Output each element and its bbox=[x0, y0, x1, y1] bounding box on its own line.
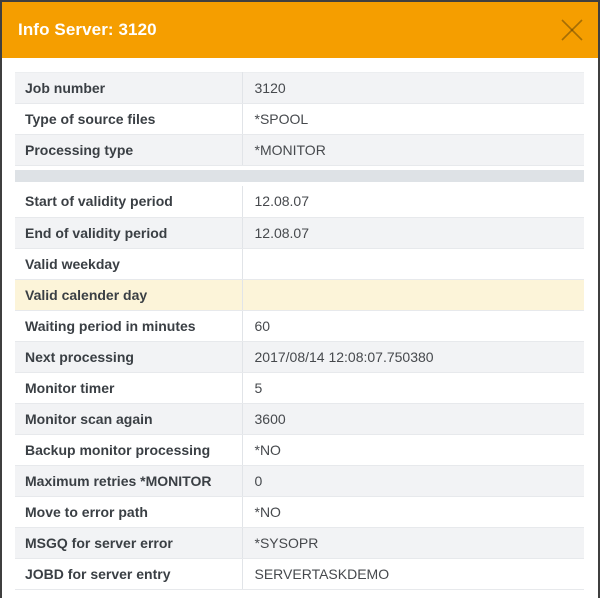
separator-cell bbox=[15, 166, 584, 187]
row-label: MSGQ for server error bbox=[15, 527, 242, 558]
separator-band bbox=[15, 170, 584, 182]
table-row: MSGQ for server error*SYSOPR bbox=[15, 527, 584, 558]
row-value: *MONITOR bbox=[242, 135, 584, 166]
row-label: Next processing bbox=[15, 341, 242, 372]
info-table: Job number3120Type of source files*SPOOL… bbox=[15, 72, 584, 590]
row-value: *NO bbox=[242, 496, 584, 527]
table-row: Start of validity period12.08.07 bbox=[15, 186, 584, 217]
row-value: 60 bbox=[242, 310, 584, 341]
modal-body: Job number3120Type of source files*SPOOL… bbox=[2, 58, 598, 590]
row-label: Valid weekday bbox=[15, 248, 242, 279]
table-row: Next processing2017/08/14 12:08:07.75038… bbox=[15, 341, 584, 372]
row-value: 0 bbox=[242, 465, 584, 496]
close-button[interactable] bbox=[556, 14, 588, 46]
row-value: *SPOOL bbox=[242, 104, 584, 135]
row-value: *SYSOPR bbox=[242, 527, 584, 558]
row-label: Monitor scan again bbox=[15, 403, 242, 434]
row-label: Processing type bbox=[15, 135, 242, 166]
table-row: Backup monitor processing*NO bbox=[15, 434, 584, 465]
table-row: Monitor timer5 bbox=[15, 372, 584, 403]
table-row: Valid calender day bbox=[15, 279, 584, 310]
table-row: Move to error path*NO bbox=[15, 496, 584, 527]
modal-title: Info Server: 3120 bbox=[18, 20, 157, 40]
row-label: Start of validity period bbox=[15, 186, 242, 217]
row-value: SERVERTASKDEMO bbox=[242, 558, 584, 589]
separator-row bbox=[15, 166, 584, 187]
row-value: 12.08.07 bbox=[242, 217, 584, 248]
row-label: Monitor timer bbox=[15, 372, 242, 403]
table-row: Monitor scan again3600 bbox=[15, 403, 584, 434]
row-value: 3600 bbox=[242, 403, 584, 434]
table-row: Job number3120 bbox=[15, 73, 584, 104]
table-row: Valid weekday bbox=[15, 248, 584, 279]
row-value: *NO bbox=[242, 434, 584, 465]
row-label: Type of source files bbox=[15, 104, 242, 135]
row-label: Backup monitor processing bbox=[15, 434, 242, 465]
info-table-body: Job number3120Type of source files*SPOOL… bbox=[15, 73, 584, 590]
row-label: End of validity period bbox=[15, 217, 242, 248]
row-label: Move to error path bbox=[15, 496, 242, 527]
row-label: Job number bbox=[15, 73, 242, 104]
modal-header: Info Server: 3120 bbox=[2, 2, 598, 58]
row-value: 3120 bbox=[242, 73, 584, 104]
row-value bbox=[242, 279, 584, 310]
close-icon bbox=[559, 17, 585, 43]
table-row: Waiting period in minutes60 bbox=[15, 310, 584, 341]
row-label: Valid calender day bbox=[15, 279, 242, 310]
row-label: JOBD for server entry bbox=[15, 558, 242, 589]
row-value: 5 bbox=[242, 372, 584, 403]
info-server-modal: Info Server: 3120 Job number3120Type of … bbox=[0, 0, 600, 598]
table-row: Maximum retries *MONITOR0 bbox=[15, 465, 584, 496]
table-row: JOBD for server entrySERVERTASKDEMO bbox=[15, 558, 584, 589]
row-label: Maximum retries *MONITOR bbox=[15, 465, 242, 496]
row-value bbox=[242, 248, 584, 279]
table-row: Type of source files*SPOOL bbox=[15, 104, 584, 135]
row-value: 12.08.07 bbox=[242, 186, 584, 217]
table-row: End of validity period12.08.07 bbox=[15, 217, 584, 248]
row-value: 2017/08/14 12:08:07.750380 bbox=[242, 341, 584, 372]
row-label: Waiting period in minutes bbox=[15, 310, 242, 341]
table-row: Processing type*MONITOR bbox=[15, 135, 584, 166]
